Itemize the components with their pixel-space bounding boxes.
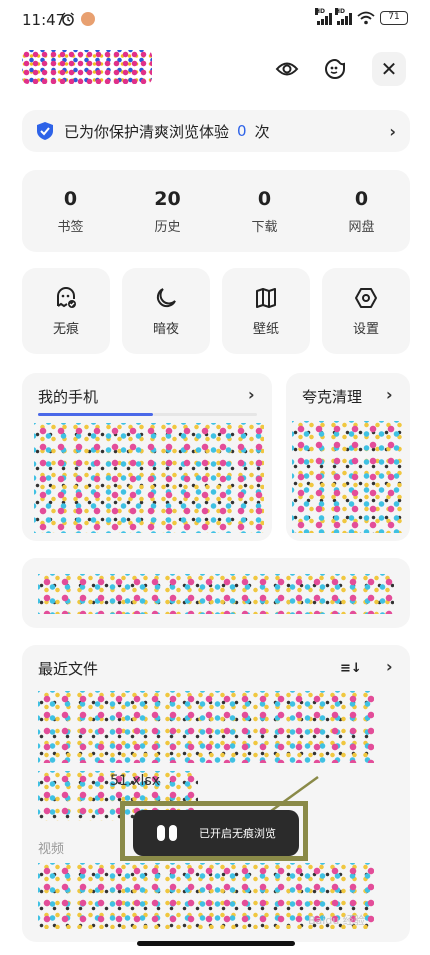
file-name-partial: 51.xlsx (110, 773, 161, 789)
status-bar: 11:47 HD HD 71 (0, 0, 430, 40)
stat-downloads[interactable]: 0 下载 (216, 170, 313, 252)
recent-files-title: 最近文件 (38, 660, 99, 678)
protection-count: 0 (237, 122, 247, 140)
quark-clean-title: 夸克清理 (302, 388, 363, 406)
stats-panel: 0 书签 20 历史 0 下载 0 网盘 (22, 170, 410, 252)
home-indicator[interactable] (137, 941, 295, 946)
eye-button[interactable] (270, 52, 304, 86)
eye-icon (275, 62, 299, 76)
alarm-icon (62, 12, 74, 26)
stat-label: 下载 (251, 219, 278, 235)
my-phone-title: 我的手机 (38, 388, 99, 406)
tool-label: 无痕 (52, 321, 79, 337)
blurred-content (38, 574, 394, 614)
battery-indicator: 71 (380, 11, 408, 25)
wallpaper-book-icon (256, 287, 276, 308)
quark-ghost-button[interactable] (318, 52, 352, 86)
stat-bookmarks[interactable]: 0 书签 (22, 170, 119, 252)
tool-label: 壁纸 (252, 321, 279, 337)
chevron-right-icon: › (389, 121, 396, 141)
moon-icon (156, 287, 176, 307)
settings-hexagon-icon (355, 287, 377, 308)
wifi-icon (357, 11, 375, 25)
stat-label: 书签 (57, 219, 84, 235)
incognito-ghost-icon (57, 286, 76, 308)
close-icon: ✕ (380, 57, 398, 81)
tool-incognito[interactable]: 无痕 (22, 268, 110, 354)
chevron-right-icon[interactable]: › (386, 657, 393, 676)
tool-label: 暗夜 (152, 321, 179, 337)
tool-settings[interactable]: 设置 (322, 268, 410, 354)
blurred-content (34, 423, 264, 533)
blurred-banner-card[interactable] (22, 558, 410, 628)
avatar-username-blurred[interactable] (22, 50, 152, 84)
signal-icon: HD (315, 7, 332, 25)
my-phone-panel[interactable]: 我的手机 › (22, 373, 272, 541)
tool-wallpaper[interactable]: 壁纸 (222, 268, 310, 354)
watermark: Baidu 经验 (308, 914, 365, 927)
sort-icon[interactable]: ≡↓ (340, 661, 362, 676)
stat-value: 20 (154, 187, 181, 210)
stat-label: 历史 (154, 219, 181, 235)
stat-value: 0 (63, 187, 78, 210)
stat-value: 0 (257, 187, 272, 210)
tab-indicator (38, 413, 153, 416)
recent-files-panel: 最近文件 ≡↓ › 51.xlsx 视频 (22, 645, 410, 942)
incognito-toast: 已开启无痕浏览 (133, 810, 299, 856)
tab-track (153, 413, 257, 416)
stat-history[interactable]: 20 历史 (119, 170, 216, 252)
stat-label: 网盘 (348, 219, 375, 235)
quark-face-icon (325, 58, 345, 79)
signal-icon-2: HD (335, 7, 352, 25)
tool-label: 设置 (352, 321, 379, 337)
protection-suffix: 次 (254, 122, 270, 141)
tool-night-mode[interactable]: 暗夜 (122, 268, 210, 354)
quark-clean-panel[interactable]: 夸克清理 › (286, 373, 410, 541)
incognito-eyes-icon (157, 825, 177, 841)
chevron-right-icon: › (248, 385, 255, 404)
blurred-file-item[interactable] (38, 691, 374, 763)
stat-cloud-drive[interactable]: 0 网盘 (313, 170, 410, 252)
stat-value: 0 (354, 187, 369, 210)
status-time: 11:47 (22, 11, 66, 29)
protection-banner[interactable]: 已为你保护清爽浏览体验 0 次 › (22, 110, 410, 152)
toast-message: 已开启无痕浏览 (199, 827, 276, 840)
video-section-label: 视频 (38, 842, 65, 857)
shield-icon (37, 122, 53, 140)
close-button[interactable]: ✕ (372, 52, 406, 86)
blurred-content (292, 421, 404, 533)
chevron-right-icon: › (386, 385, 393, 404)
app-notification-icon (81, 12, 95, 26)
protection-text: 已为你保护清爽浏览体验 (64, 122, 230, 141)
